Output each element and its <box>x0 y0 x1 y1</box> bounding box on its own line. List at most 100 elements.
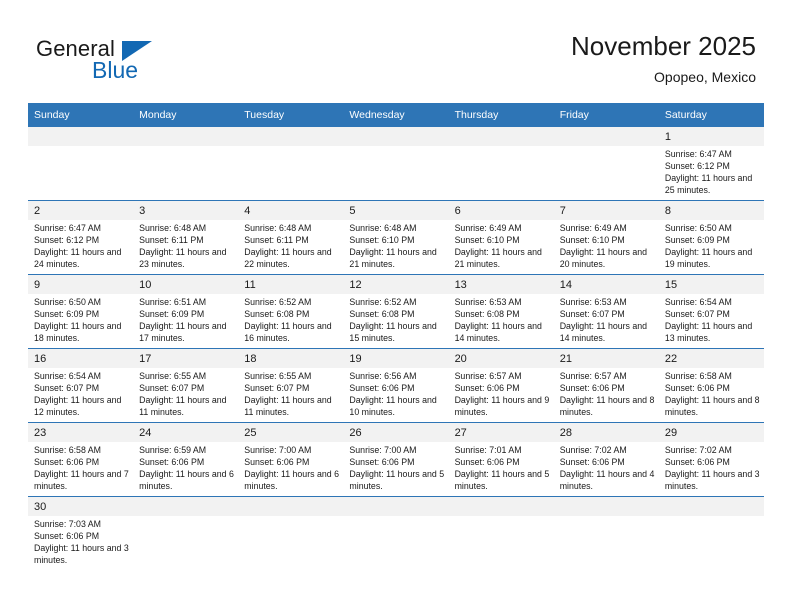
calendar-day-cell[interactable]: 6 Sunrise: 6:49 AM Sunset: 6:10 PM Dayli… <box>448 200 554 275</box>
calendar-day-cell[interactable]: 27 Sunrise: 7:01 AM Sunset: 6:06 PM Dayl… <box>448 422 554 497</box>
sunset-text: Sunset: 6:09 PM <box>139 309 205 319</box>
day-number: 12 <box>343 275 449 294</box>
day-number: 26 <box>343 423 449 442</box>
sunrise-text: Sunrise: 7:02 AM <box>559 445 627 455</box>
sunset-text: Sunset: 6:10 PM <box>559 235 625 245</box>
day-number <box>133 127 239 146</box>
calendar-day-cell[interactable]: 12 Sunrise: 6:52 AM Sunset: 6:08 PM Dayl… <box>343 274 449 349</box>
daylight-text: Daylight: 11 hours and 5 minutes. <box>349 469 445 491</box>
calendar-day-cell[interactable]: 11 Sunrise: 6:52 AM Sunset: 6:08 PM Dayl… <box>238 274 344 349</box>
day-details: Sunrise: 6:53 AM Sunset: 6:08 PM Dayligh… <box>449 294 554 344</box>
daylight-text: Daylight: 11 hours and 23 minutes. <box>139 247 227 269</box>
calendar-day-cell[interactable]: 29 Sunrise: 7:02 AM Sunset: 6:06 PM Dayl… <box>658 422 764 497</box>
calendar-day-cell <box>28 127 134 201</box>
weekday-tuesday: Tuesday <box>238 103 344 127</box>
day-number <box>658 497 764 516</box>
day-number: 15 <box>658 275 764 294</box>
day-number: 10 <box>133 275 239 294</box>
calendar-day-cell <box>238 496 344 570</box>
calendar-day-cell[interactable]: 7 Sunrise: 6:49 AM Sunset: 6:10 PM Dayli… <box>553 200 659 275</box>
day-number: 9 <box>28 275 134 294</box>
daylight-text: Daylight: 11 hours and 11 minutes. <box>244 395 332 417</box>
sunset-text: Sunset: 6:11 PM <box>244 235 309 245</box>
calendar-day-cell <box>133 496 239 570</box>
calendar-day-cell[interactable]: 22 Sunrise: 6:58 AM Sunset: 6:06 PM Dayl… <box>658 348 764 423</box>
calendar-day-cell[interactable]: 10 Sunrise: 6:51 AM Sunset: 6:09 PM Dayl… <box>133 274 239 349</box>
calendar-day-cell[interactable]: 18 Sunrise: 6:55 AM Sunset: 6:07 PM Dayl… <box>238 348 344 423</box>
sunrise-text: Sunrise: 6:57 AM <box>559 371 627 381</box>
weekday-header-row: Sunday Monday Tuesday Wednesday Thursday… <box>28 103 764 127</box>
calendar-week-row: 2 Sunrise: 6:47 AM Sunset: 6:12 PM Dayli… <box>28 200 764 275</box>
day-details: Sunrise: 6:48 AM Sunset: 6:10 PM Dayligh… <box>343 220 448 270</box>
sunset-text: Sunset: 6:08 PM <box>244 309 310 319</box>
calendar-day-cell[interactable]: 1 Sunrise: 6:47 AM Sunset: 6:12 PM Dayli… <box>658 127 764 201</box>
day-number: 3 <box>133 201 239 220</box>
sunrise-text: Sunrise: 6:48 AM <box>139 223 207 233</box>
sunset-text: Sunset: 6:10 PM <box>349 235 415 245</box>
day-details: Sunrise: 6:54 AM Sunset: 6:07 PM Dayligh… <box>659 294 764 344</box>
day-number: 22 <box>658 349 764 368</box>
calendar-day-cell[interactable]: 20 Sunrise: 6:57 AM Sunset: 6:06 PM Dayl… <box>448 348 554 423</box>
daylight-text: Daylight: 11 hours and 3 minutes. <box>664 469 760 491</box>
calendar-day-cell[interactable]: 8 Sunrise: 6:50 AM Sunset: 6:09 PM Dayli… <box>658 200 764 275</box>
sunset-text: Sunset: 6:07 PM <box>664 309 730 319</box>
sunrise-text: Sunrise: 6:53 AM <box>454 297 522 307</box>
day-number: 21 <box>553 349 659 368</box>
sunrise-text: Sunrise: 6:58 AM <box>34 445 101 455</box>
calendar-day-cell[interactable]: 26 Sunrise: 7:00 AM Sunset: 6:06 PM Dayl… <box>343 422 449 497</box>
calendar-day-cell[interactable]: 13 Sunrise: 6:53 AM Sunset: 6:08 PM Dayl… <box>448 274 554 349</box>
location-subtitle: Opopeo, Mexico <box>654 69 756 85</box>
calendar-day-cell[interactable]: 4 Sunrise: 6:48 AM Sunset: 6:11 PM Dayli… <box>238 200 344 275</box>
calendar-day-cell[interactable]: 5 Sunrise: 6:48 AM Sunset: 6:10 PM Dayli… <box>343 200 449 275</box>
day-details: Sunrise: 6:50 AM Sunset: 6:09 PM Dayligh… <box>28 294 133 344</box>
day-number: 1 <box>658 127 764 146</box>
calendar-day-cell[interactable]: 21 Sunrise: 6:57 AM Sunset: 6:06 PM Dayl… <box>553 348 659 423</box>
sunrise-text: Sunrise: 6:47 AM <box>34 223 101 233</box>
day-details: Sunrise: 7:01 AM Sunset: 6:06 PM Dayligh… <box>449 442 554 492</box>
general-blue-logo[interactable]: General Blue <box>36 36 236 92</box>
sunset-text: Sunset: 6:07 PM <box>559 309 625 319</box>
calendar-day-cell <box>553 496 659 570</box>
day-details: Sunrise: 6:47 AM Sunset: 6:12 PM Dayligh… <box>28 220 133 270</box>
daylight-text: Daylight: 11 hours and 21 minutes. <box>349 247 437 269</box>
calendar-day-cell[interactable]: 17 Sunrise: 6:55 AM Sunset: 6:07 PM Dayl… <box>133 348 239 423</box>
day-details: Sunrise: 6:48 AM Sunset: 6:11 PM Dayligh… <box>238 220 343 270</box>
sunset-text: Sunset: 6:12 PM <box>664 161 730 171</box>
calendar-day-cell[interactable]: 15 Sunrise: 6:54 AM Sunset: 6:07 PM Dayl… <box>658 274 764 349</box>
calendar-day-cell[interactable]: 14 Sunrise: 6:53 AM Sunset: 6:07 PM Dayl… <box>553 274 659 349</box>
day-number <box>553 497 659 516</box>
calendar-day-cell[interactable]: 25 Sunrise: 7:00 AM Sunset: 6:06 PM Dayl… <box>238 422 344 497</box>
day-number <box>553 127 659 146</box>
day-number <box>28 127 134 146</box>
sunrise-text: Sunrise: 6:58 AM <box>664 371 732 381</box>
sunrise-text: Sunrise: 6:53 AM <box>559 297 627 307</box>
calendar-day-cell[interactable]: 19 Sunrise: 6:56 AM Sunset: 6:06 PM Dayl… <box>343 348 449 423</box>
calendar-day-cell[interactable]: 16 Sunrise: 6:54 AM Sunset: 6:07 PM Dayl… <box>28 348 134 423</box>
calendar-week-row: 1 Sunrise: 6:47 AM Sunset: 6:12 PM Dayli… <box>28 127 764 201</box>
calendar-day-cell[interactable]: 30 Sunrise: 7:03 AM Sunset: 6:06 PM Dayl… <box>28 496 134 570</box>
calendar-day-cell[interactable]: 24 Sunrise: 6:59 AM Sunset: 6:06 PM Dayl… <box>133 422 239 497</box>
calendar-day-cell[interactable]: 23 Sunrise: 6:58 AM Sunset: 6:06 PM Dayl… <box>28 422 134 497</box>
daylight-text: Daylight: 11 hours and 13 minutes. <box>664 321 753 343</box>
calendar-day-cell[interactable]: 28 Sunrise: 7:02 AM Sunset: 6:06 PM Dayl… <box>553 422 659 497</box>
day-details: Sunrise: 6:56 AM Sunset: 6:06 PM Dayligh… <box>343 368 448 418</box>
daylight-text: Daylight: 11 hours and 18 minutes. <box>34 321 122 343</box>
daylight-text: Daylight: 11 hours and 21 minutes. <box>454 247 542 269</box>
page-title: November 2025 <box>571 31 756 61</box>
day-number: 6 <box>448 201 554 220</box>
calendar-week-row: 30 Sunrise: 7:03 AM Sunset: 6:06 PM Dayl… <box>28 496 764 570</box>
daylight-text: Daylight: 11 hours and 6 minutes. <box>244 469 339 491</box>
calendar-day-cell[interactable]: 2 Sunrise: 6:47 AM Sunset: 6:12 PM Dayli… <box>28 200 134 275</box>
daylight-text: Daylight: 11 hours and 11 minutes. <box>139 395 227 417</box>
sunrise-text: Sunrise: 6:49 AM <box>559 223 627 233</box>
calendar-day-cell[interactable]: 9 Sunrise: 6:50 AM Sunset: 6:09 PM Dayli… <box>28 274 134 349</box>
sunset-text: Sunset: 6:06 PM <box>664 457 730 467</box>
sunset-text: Sunset: 6:10 PM <box>454 235 520 245</box>
calendar-day-cell[interactable]: 3 Sunrise: 6:48 AM Sunset: 6:11 PM Dayli… <box>133 200 239 275</box>
day-number: 2 <box>28 201 134 220</box>
daylight-text: Daylight: 11 hours and 14 minutes. <box>559 321 648 343</box>
sunset-text: Sunset: 6:06 PM <box>559 383 625 393</box>
sunset-text: Sunset: 6:06 PM <box>664 383 730 393</box>
sunrise-text: Sunrise: 7:01 AM <box>454 445 522 455</box>
daylight-text: Daylight: 11 hours and 14 minutes. <box>454 321 542 343</box>
